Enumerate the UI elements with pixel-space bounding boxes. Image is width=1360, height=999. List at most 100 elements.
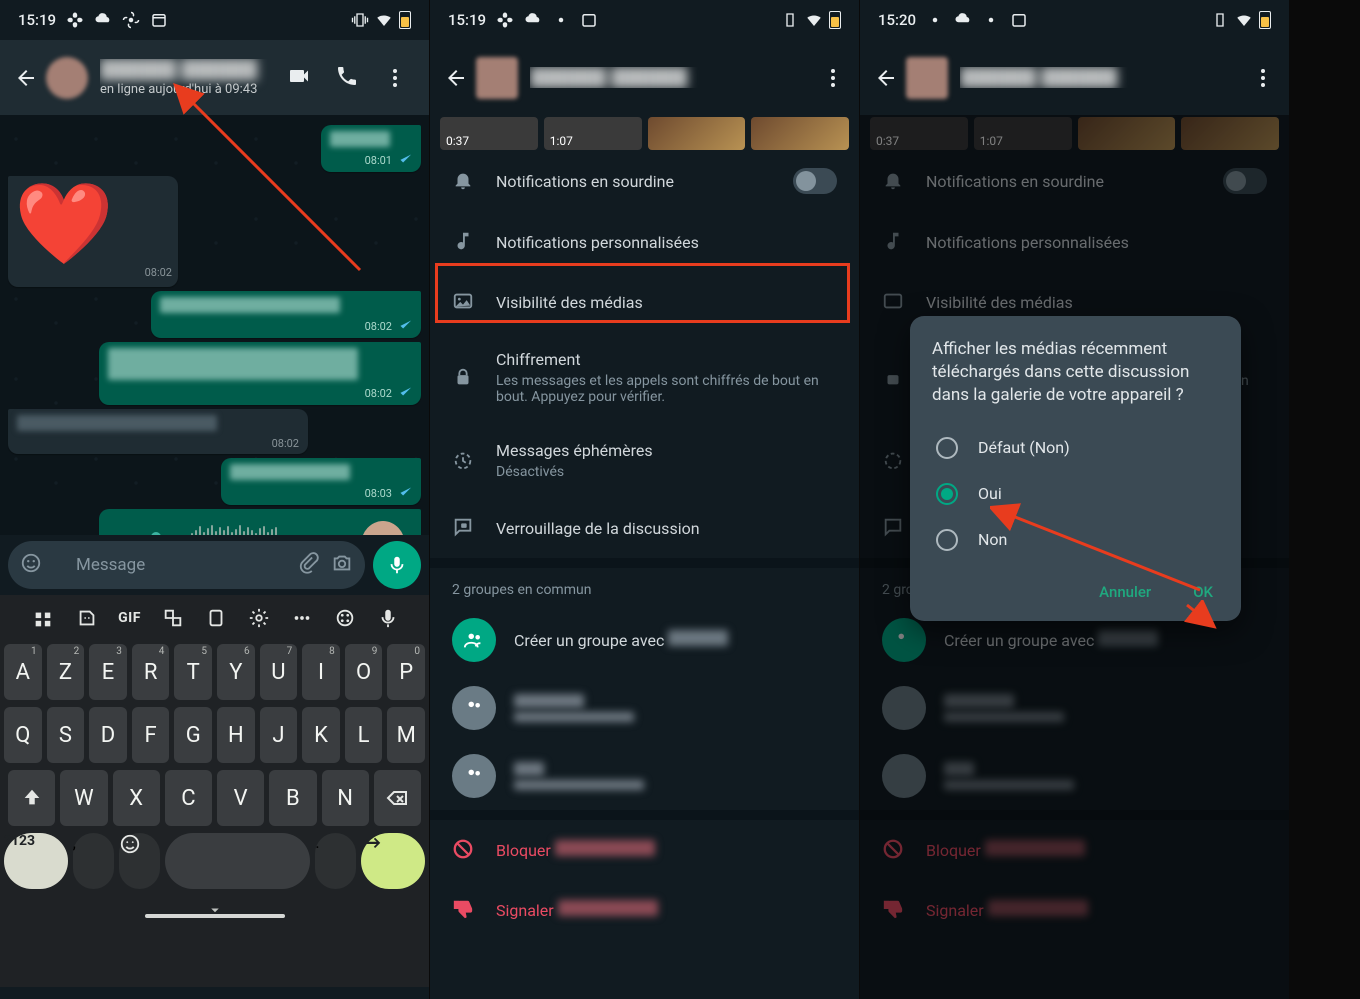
key-b[interactable]: B bbox=[269, 770, 316, 826]
key-space[interactable] bbox=[165, 833, 311, 889]
group-row[interactable] bbox=[430, 742, 859, 810]
key-l[interactable]: L bbox=[345, 707, 383, 763]
screenshot-1-chat: 15:19 ██████ ██████ en ligne aujourd'hui… bbox=[0, 0, 430, 999]
more-button[interactable] bbox=[383, 66, 407, 90]
contact-avatar[interactable] bbox=[906, 57, 948, 99]
key-m[interactable]: M bbox=[387, 707, 425, 763]
voice-call-button[interactable] bbox=[335, 64, 359, 92]
more-button[interactable] bbox=[821, 66, 845, 90]
key-t[interactable]: 5T bbox=[174, 644, 212, 700]
contact-title-block[interactable]: ██████ ██████ en ligne aujourd'hui à 09:… bbox=[100, 59, 287, 97]
row-create-group[interactable]: Créer un groupe avec bbox=[430, 606, 859, 674]
row-media-visibility[interactable]: Visibilité des médias bbox=[430, 272, 859, 332]
radio-no[interactable]: Non bbox=[932, 517, 1219, 563]
back-button[interactable] bbox=[870, 62, 902, 94]
contact-name: ██████ ██████ bbox=[100, 59, 287, 80]
key-a[interactable]: 1A bbox=[4, 644, 42, 700]
key-v[interactable]: V bbox=[217, 770, 264, 826]
read-checks-icon bbox=[396, 386, 412, 401]
key-j[interactable]: J bbox=[260, 707, 298, 763]
contact-info-content[interactable]: 0:37 1:07 Notifications en sourdine Noti… bbox=[430, 115, 859, 999]
dialog-ok-button[interactable]: OK bbox=[1187, 577, 1219, 607]
emoji-icon[interactable] bbox=[20, 552, 42, 579]
key-f[interactable]: F bbox=[132, 707, 170, 763]
row-block[interactable]: Bloquer bbox=[430, 820, 859, 880]
play-icon[interactable] bbox=[115, 530, 141, 535]
calendar-icon bbox=[580, 11, 598, 29]
radio-unchecked-icon bbox=[936, 437, 958, 459]
kb-sticker-icon[interactable] bbox=[68, 601, 106, 635]
key-d[interactable]: D bbox=[89, 707, 127, 763]
key-q[interactable]: Q bbox=[4, 707, 42, 763]
back-button[interactable] bbox=[440, 62, 472, 94]
key-i[interactable]: 8I bbox=[302, 644, 340, 700]
kb-menu-icon[interactable] bbox=[23, 601, 63, 637]
key-u[interactable]: 7U bbox=[260, 644, 298, 700]
key-k[interactable]: K bbox=[302, 707, 340, 763]
radio-yes[interactable]: Oui bbox=[932, 471, 1219, 517]
row-mute-notifications[interactable]: Notifications en sourdine bbox=[430, 150, 859, 212]
mute-switch[interactable] bbox=[793, 168, 837, 194]
kb-mic-icon[interactable] bbox=[369, 601, 407, 635]
key-c[interactable]: C bbox=[165, 770, 212, 826]
key-backspace[interactable] bbox=[374, 770, 421, 826]
kb-settings-icon[interactable] bbox=[240, 601, 278, 635]
key-y[interactable]: 6Y bbox=[217, 644, 255, 700]
key-n[interactable]: N bbox=[322, 770, 369, 826]
attach-icon[interactable] bbox=[297, 552, 319, 579]
key-z[interactable]: 2Z bbox=[47, 644, 85, 700]
message-input[interactable]: Message bbox=[8, 541, 365, 589]
kb-more-icon[interactable] bbox=[283, 601, 321, 635]
back-button[interactable] bbox=[10, 62, 42, 94]
more-button[interactable] bbox=[1251, 66, 1275, 90]
key-emoji[interactable] bbox=[119, 833, 160, 889]
key-symbols[interactable]: ?123 bbox=[4, 833, 68, 889]
voice-message[interactable]: 0:0708:05 bbox=[107, 515, 413, 535]
chat-lock-icon bbox=[452, 516, 476, 540]
key-comma[interactable]: , bbox=[73, 833, 114, 889]
keyboard[interactable]: GIF 1A2Z3E4R5T6Y7U8I9O0P QSDFGHJKLM WXCV… bbox=[0, 595, 429, 987]
media-duration: 1:07 bbox=[550, 134, 573, 148]
key-enter[interactable] bbox=[361, 833, 425, 889]
contact-avatar[interactable] bbox=[476, 57, 518, 99]
contact-avatar[interactable] bbox=[46, 57, 88, 99]
kb-gif-icon[interactable]: GIF bbox=[111, 601, 149, 635]
android-nav-bar[interactable] bbox=[4, 896, 425, 924]
wifi-icon bbox=[1235, 11, 1253, 29]
android-status-bar: 15:20 bbox=[860, 0, 1289, 40]
waveform[interactable] bbox=[151, 523, 321, 535]
key-g[interactable]: G bbox=[174, 707, 212, 763]
key-s[interactable]: S bbox=[47, 707, 85, 763]
row-encryption[interactable]: ChiffrementLes messages et les appels so… bbox=[430, 332, 859, 423]
key-o[interactable]: 9O bbox=[345, 644, 383, 700]
dialog-cancel-button[interactable]: Annuler bbox=[1093, 577, 1157, 607]
key-h[interactable]: H bbox=[217, 707, 255, 763]
wifi-icon bbox=[375, 11, 393, 29]
radio-default[interactable]: Défaut (Non) bbox=[932, 425, 1219, 471]
media-visibility-dialog: Afficher les médias récemment téléchargé… bbox=[910, 316, 1241, 621]
video-call-button[interactable] bbox=[287, 64, 311, 92]
row-ephemeral-messages[interactable]: Messages éphémèresDésactivés bbox=[430, 423, 859, 498]
contact-name: ██████ ██████ bbox=[960, 67, 1251, 88]
row-report[interactable]: Signaler bbox=[430, 880, 859, 940]
key-p[interactable]: 0P bbox=[387, 644, 425, 700]
nav-handle[interactable] bbox=[145, 914, 285, 918]
kb-theme-icon[interactable] bbox=[326, 601, 364, 635]
chat-messages[interactable]: 08:01 ❤️ 08:02 08:02 08:02 08:02 08:03 0… bbox=[0, 115, 429, 535]
key-shift[interactable] bbox=[8, 770, 55, 826]
mic-button[interactable] bbox=[373, 541, 421, 589]
kb-clipboard-icon[interactable] bbox=[197, 601, 235, 635]
key-r[interactable]: 4R bbox=[132, 644, 170, 700]
key-w[interactable]: W bbox=[60, 770, 107, 826]
kb-translate-icon[interactable] bbox=[154, 601, 192, 635]
key-x[interactable]: X bbox=[113, 770, 160, 826]
key-period[interactable]: . bbox=[315, 833, 356, 889]
row-custom-notifications[interactable]: Notifications personnalisées bbox=[430, 212, 859, 272]
msg-time: 08:01 bbox=[365, 154, 392, 167]
key-e[interactable]: 3E bbox=[89, 644, 127, 700]
row-chat-lock[interactable]: Verrouillage de la discussion bbox=[430, 498, 859, 558]
group-row[interactable] bbox=[430, 674, 859, 742]
camera-icon[interactable] bbox=[331, 552, 353, 579]
battery-icon bbox=[1259, 11, 1271, 29]
media-thumbnails[interactable]: 0:37 1:07 bbox=[430, 115, 859, 150]
